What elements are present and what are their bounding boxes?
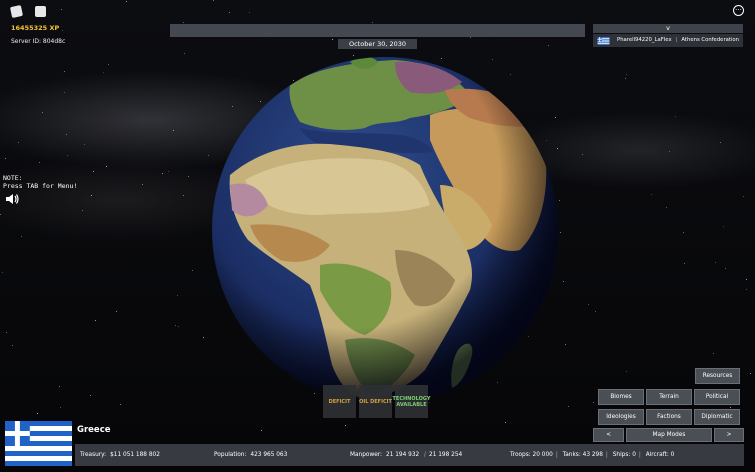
chat-icon[interactable] xyxy=(35,6,46,17)
map-mode-biomes-button[interactable]: Biomes xyxy=(598,389,644,405)
map-mode-factions-button[interactable]: Factions xyxy=(646,409,692,425)
separator: | xyxy=(675,37,678,43)
greece-flag-icon xyxy=(597,36,610,45)
country-name: Greece xyxy=(77,425,111,435)
more-options-icon[interactable]: ··· xyxy=(733,5,744,16)
player-faction: Athens Confederation xyxy=(681,37,740,43)
top-status-bar xyxy=(170,24,585,37)
country-flag-greece[interactable] xyxy=(5,421,72,466)
player-name: Pharell94220_LaFlex xyxy=(617,37,672,43)
oil-deficit-alert[interactable]: OIL DEFICIT xyxy=(359,385,392,418)
map-mode-resources-button[interactable]: Resources xyxy=(695,368,740,384)
map-modes-label: Map Modes xyxy=(626,428,712,442)
map-mode-terrain-button[interactable]: Terrain xyxy=(646,389,692,405)
military-stats: Troops: 20 000 | Tanks: 43 298 | Ships: 0 |… xyxy=(510,452,675,458)
map-mode-political-button[interactable]: Political xyxy=(694,389,740,405)
roblox-logo-icon[interactable] xyxy=(9,4,24,19)
tab-menu-note: NOTE: Press TAB for Menu! xyxy=(3,174,78,190)
deficit-alert[interactable]: DEFICIT xyxy=(323,385,356,418)
manpower-stat: Manpower: 21 194 932 /21 198 254 xyxy=(350,452,463,458)
technology-available-alert[interactable]: TECHNOLOGY AVAILABLE xyxy=(393,385,431,418)
map-mode-prev-button[interactable]: < xyxy=(593,428,624,442)
globe-shading xyxy=(212,57,558,403)
map-mode-ideologies-button[interactable]: Ideologies xyxy=(598,409,644,425)
sound-icon[interactable] xyxy=(5,193,19,205)
xp-counter: 16455325 XP xyxy=(11,24,60,32)
treasury-stat: Treasury: $11 051 188 802 xyxy=(80,452,160,458)
player-entry[interactable]: Pharell94220_LaFlex | Athens Confederati… xyxy=(593,34,743,47)
server-id: Server ID: 804d8c xyxy=(11,38,66,45)
population-stat: Population: 423 965 063 xyxy=(214,452,288,458)
map-mode-next-button[interactable]: > xyxy=(714,428,744,442)
game-date: October 30, 2030 xyxy=(338,39,417,49)
player-list-toggle[interactable]: v xyxy=(593,24,743,33)
map-mode-diplomatic-button[interactable]: Diplomatic xyxy=(694,409,740,425)
